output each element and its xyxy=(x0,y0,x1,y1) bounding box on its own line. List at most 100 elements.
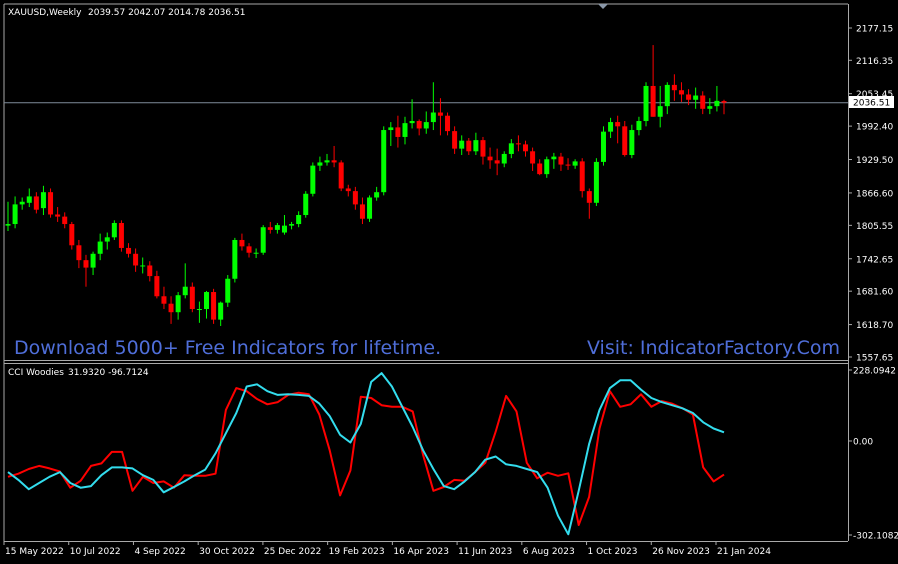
time-tick-label: 1 Oct 2023 xyxy=(588,547,638,557)
candle-bull xyxy=(430,112,436,123)
candle-bull xyxy=(402,123,408,137)
candle-bear xyxy=(416,121,422,129)
candle-bear xyxy=(721,101,727,103)
candle-bull xyxy=(5,224,11,226)
candle-bear xyxy=(154,276,160,297)
candle-bear xyxy=(530,151,536,164)
candle-bear xyxy=(437,112,443,116)
chart-canvas: 2177.152116.352053.451992.401929.501866.… xyxy=(0,0,898,564)
candle-bull xyxy=(544,159,550,175)
candle-bear xyxy=(537,163,543,175)
candle-bear xyxy=(487,156,493,161)
time-tick-label: 19 Feb 2023 xyxy=(329,547,385,557)
candle-bull xyxy=(303,193,309,216)
candle-bear xyxy=(558,156,564,165)
candle-bear xyxy=(83,260,89,268)
watermark-download-text: Download 5000+ Free Indicators for lifet… xyxy=(14,337,441,359)
time-tick-label: 21 Jan 2024 xyxy=(717,547,771,557)
candle-bear xyxy=(55,214,61,217)
candle-bull xyxy=(714,100,720,107)
cci-tick-label: 0.00 xyxy=(853,437,873,447)
candle-bear xyxy=(650,85,656,117)
candle-bull xyxy=(367,197,373,219)
candle-bear xyxy=(168,303,174,313)
candle-bear xyxy=(147,265,153,277)
price-tick-label: 1681.60 xyxy=(856,288,893,298)
time-tick-label: 4 Sep 2022 xyxy=(134,547,185,557)
candle-bear xyxy=(671,84,677,91)
candle-bull xyxy=(657,106,663,117)
candle-bull xyxy=(19,201,25,205)
candle-bear xyxy=(480,140,486,157)
candle-bear xyxy=(267,227,273,230)
candle-bull xyxy=(203,292,209,310)
ohlc-readout: 2039.57 2042.07 2014.78 2036.51 xyxy=(88,8,245,18)
cci-tick-label: 228.0942 xyxy=(853,367,896,377)
candle-bear xyxy=(161,296,167,304)
candle-bear xyxy=(452,131,458,149)
candle-bull xyxy=(97,241,103,254)
candle-bear xyxy=(466,140,472,152)
candle-bull xyxy=(374,192,380,198)
candle-bull xyxy=(274,225,280,230)
time-tick-label: 16 Apr 2023 xyxy=(393,547,449,557)
candle-bull xyxy=(175,295,181,313)
candle-bull xyxy=(253,252,259,254)
time-tick-label: 15 May 2022 xyxy=(5,547,64,557)
candle-bull xyxy=(381,130,387,193)
price-tick-label: 1742.65 xyxy=(856,255,893,265)
symbol-label: XAUUSD,Weekly xyxy=(8,8,82,18)
candle-bull xyxy=(501,153,507,164)
price-tick-label: 1557.65 xyxy=(856,354,893,364)
candle-bull xyxy=(26,196,32,203)
candle-bull xyxy=(12,204,18,225)
time-tick-label: 30 Oct 2022 xyxy=(199,547,255,557)
candle-bull xyxy=(636,121,642,131)
candle-bear xyxy=(515,143,521,145)
candle-bear xyxy=(239,239,245,247)
candle-bear xyxy=(69,224,75,246)
candle-bear xyxy=(686,94,692,100)
time-tick-label: 26 Nov 2023 xyxy=(652,547,710,557)
candle-bear xyxy=(345,188,351,192)
candle-bull xyxy=(388,127,394,131)
candle-bull xyxy=(289,224,295,226)
candle-bull xyxy=(196,309,202,311)
candle-bull xyxy=(473,140,479,152)
candle-bear xyxy=(615,122,621,127)
candle-bear xyxy=(352,191,358,205)
candle-bear xyxy=(118,222,124,248)
candle-bull xyxy=(140,265,146,267)
chart-background xyxy=(0,0,898,564)
candle-bull xyxy=(629,130,635,156)
candle-bear xyxy=(445,115,451,132)
candle-bull xyxy=(260,227,266,253)
candle-bull xyxy=(324,160,330,163)
candle-bull xyxy=(281,225,287,233)
candle-bull xyxy=(664,84,670,107)
candle-bull xyxy=(593,161,599,203)
candle-bull xyxy=(608,122,614,132)
candle-bull xyxy=(296,215,302,225)
candle-bull xyxy=(693,95,699,100)
watermark-visit-text[interactable]: Visit: IndicatorFactory.Com xyxy=(587,337,840,359)
candle-bull xyxy=(409,121,415,124)
candle-bull xyxy=(310,165,316,194)
price-tick-label: 1929.50 xyxy=(856,156,893,166)
candle-bear xyxy=(565,164,571,166)
time-tick-label: 25 Dec 2022 xyxy=(264,547,322,557)
indicator-name: CCI Woodies xyxy=(8,368,64,378)
candle-bear xyxy=(246,246,252,253)
candle-bear xyxy=(133,253,139,266)
candle-bull xyxy=(423,122,429,129)
price-tick-label: 2177.15 xyxy=(856,25,893,35)
time-tick-label: 10 Jul 2022 xyxy=(70,547,121,557)
candle-bear xyxy=(211,292,217,320)
candle-bull xyxy=(104,237,110,242)
candle-bear xyxy=(700,95,706,109)
candle-bull xyxy=(232,239,238,279)
time-tick-label: 6 Aug 2023 xyxy=(523,547,575,557)
candle-bull xyxy=(551,156,557,160)
candle-bull xyxy=(90,253,96,268)
candle-bear xyxy=(126,247,132,254)
